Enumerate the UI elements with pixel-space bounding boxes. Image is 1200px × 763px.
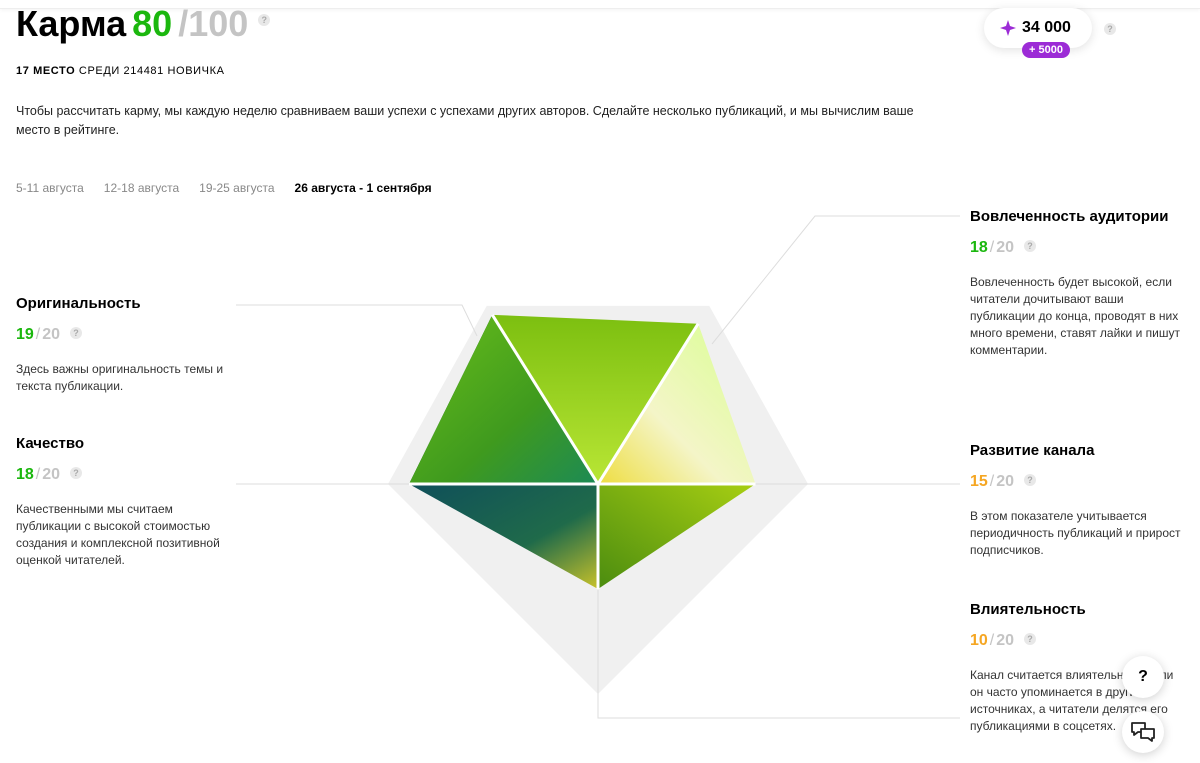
connector-line-2 [711, 215, 960, 345]
coins-amount: 34 000 [1022, 19, 1071, 36]
metric-max: 20 [996, 239, 1015, 256]
metric-name: Качество [16, 435, 85, 452]
metric-description: Качественными мы считаем публикации с вы… [16, 502, 220, 567]
help-button[interactable]: ? [1122, 656, 1164, 698]
tab-week-2[interactable]: 12-18 августа [104, 180, 179, 196]
metric-max: 20 [42, 326, 61, 343]
metric-growth: Развитие канала 15/20? В этом показателе… [970, 442, 1181, 557]
karma-title: Карма [16, 3, 127, 44]
metric-name: Вовлеченность аудитории [970, 208, 1169, 225]
metric-name: Оригинальность [16, 295, 141, 312]
metric-originality: Оригинальность 19/20? Здесь важны оригин… [16, 295, 226, 395]
question-icon[interactable]: ? [70, 326, 83, 339]
karma-score: 80 [132, 3, 173, 44]
metric-name: Развитие канала [970, 442, 1095, 459]
metric-score: 10 [970, 632, 988, 649]
question-icon[interactable]: ? [1104, 23, 1116, 35]
karma-description: Чтобы рассчитать карму, мы каждую неделю… [16, 104, 914, 137]
metric-score: 15 [970, 473, 988, 490]
rank-total: СРЕДИ 214481 НОВИЧКА [78, 65, 225, 77]
coins-bonus-badge: + 5000 [1022, 42, 1070, 58]
rank-place: 17 МЕСТО [16, 65, 76, 77]
question-icon[interactable]: ? [1024, 632, 1037, 645]
diamond-gem-icon [1000, 20, 1016, 36]
metric-score: 18 [970, 239, 988, 256]
metric-description: Здесь важны оригинальность темы и текста… [16, 362, 224, 393]
metric-max: 20 [42, 466, 61, 483]
metric-description: В этом показателе учитывается периодично… [970, 509, 1181, 557]
chat-icon [1131, 722, 1155, 742]
karma-max: /100 [178, 3, 249, 44]
metric-score: 19 [16, 326, 34, 343]
metric-max: 20 [996, 632, 1015, 649]
metric-quality: Качество 18/20? Качественными мы считаем… [16, 435, 226, 569]
metric-max: 20 [996, 473, 1015, 490]
question-icon[interactable]: ? [258, 14, 271, 27]
question-icon[interactable]: ? [70, 466, 83, 479]
rank-line: 17 МЕСТО СРЕДИ 214481 НОВИЧКА [16, 64, 225, 78]
metric-name: Влиятельность [970, 601, 1086, 618]
karma-heading: Карма 80/100? [16, 2, 271, 46]
tab-week-4[interactable]: 26 августа - 1 сентября [295, 180, 432, 196]
metric-score: 18 [16, 466, 34, 483]
connector-line-1 [236, 304, 478, 337]
week-tabs: 5-11 августа 12-18 августа 19-25 августа… [16, 180, 432, 196]
tab-week-1[interactable]: 5-11 августа [16, 180, 84, 196]
tab-week-3[interactable]: 19-25 августа [199, 180, 274, 196]
metric-description: Вовлеченность будет высокой, если читате… [970, 275, 1180, 357]
metric-engagement: Вовлеченность аудитории 18/20? Вовлеченн… [970, 208, 1182, 359]
question-icon[interactable]: ? [1024, 239, 1037, 252]
question-icon[interactable]: ? [1024, 473, 1037, 486]
chat-button[interactable] [1122, 711, 1164, 753]
